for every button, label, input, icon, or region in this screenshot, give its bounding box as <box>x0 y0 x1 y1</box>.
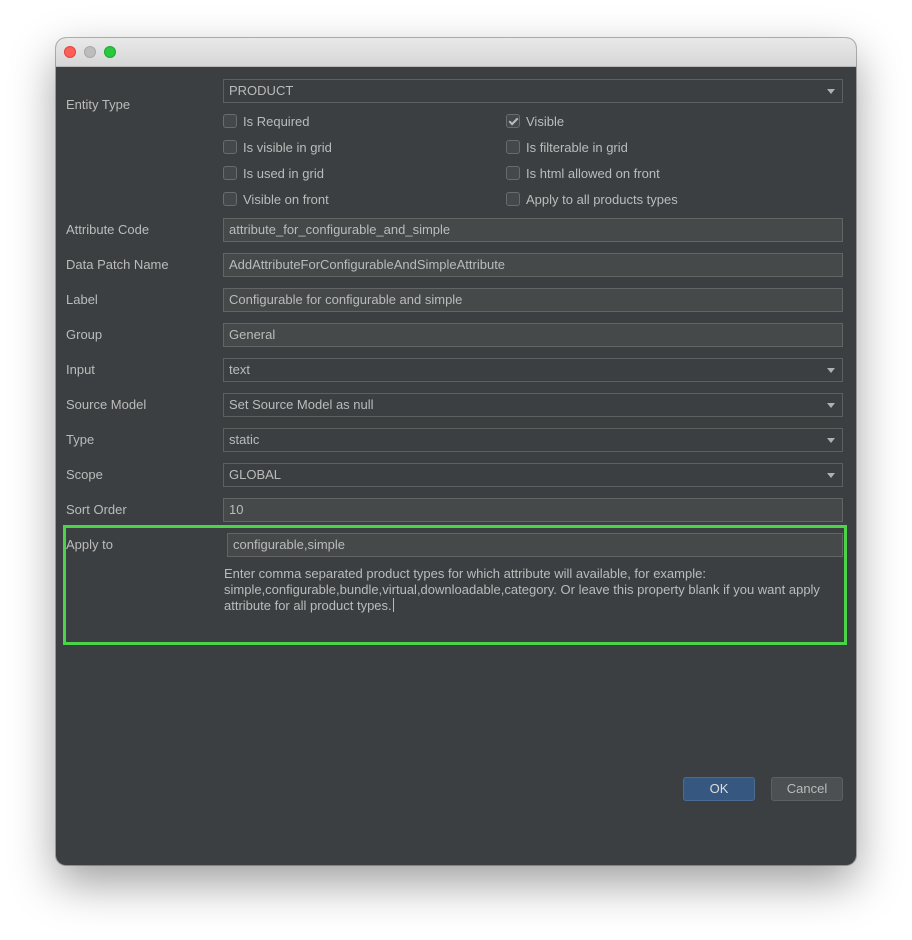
text-caret <box>392 598 394 612</box>
checkbox-box[interactable] <box>223 114 237 128</box>
is-visible-in-grid-label: Is visible in grid <box>243 139 332 155</box>
chevron-down-icon <box>827 473 835 478</box>
attribute-code-label: Attribute Code <box>66 222 150 237</box>
sort-order-input[interactable]: 10 <box>223 498 843 522</box>
checkbox-box[interactable] <box>223 192 237 206</box>
attribute-code-input[interactable]: attribute_for_configurable_and_simple <box>223 218 843 242</box>
input-label: Input <box>66 362 95 377</box>
is-filterable-in-grid-label: Is filterable in grid <box>526 139 628 155</box>
checkmark-icon[interactable] <box>506 114 520 128</box>
is-visible-in-grid-checkbox[interactable]: Is visible in grid <box>223 139 332 155</box>
checkbox-box[interactable] <box>223 140 237 154</box>
apply-to-input[interactable]: configurable,simple <box>227 533 843 557</box>
chevron-down-icon <box>827 438 835 443</box>
data-patch-name-input[interactable]: AddAttributeForConfigurableAndSimpleAttr… <box>223 253 843 277</box>
visible-on-front-label: Visible on front <box>243 191 329 207</box>
close-traffic-light-icon[interactable] <box>64 46 76 58</box>
data-patch-name-label: Data Patch Name <box>66 257 169 272</box>
apply-to-label: Apply to <box>66 537 113 552</box>
label-input[interactable]: Configurable for configurable and simple <box>223 288 843 312</box>
is-filterable-in-grid-checkbox[interactable]: Is filterable in grid <box>506 139 628 155</box>
source-model-select[interactable]: Set Source Model as null <box>223 393 843 417</box>
source-model-label: Source Model <box>66 397 147 412</box>
ok-button[interactable]: OK <box>683 777 755 801</box>
entity-type-label: Entity Type <box>66 97 131 112</box>
scope-select[interactable]: GLOBAL <box>223 463 843 487</box>
input-select[interactable]: text <box>223 358 843 382</box>
checkbox-box[interactable] <box>223 166 237 180</box>
is-required-checkbox[interactable]: Is Required <box>223 113 309 129</box>
entity-type-select[interactable]: PRODUCT <box>223 79 843 103</box>
apply-to-all-products-types-checkbox[interactable]: Apply to all products types <box>506 191 678 207</box>
entity-type-value: PRODUCT <box>229 83 294 98</box>
group-input[interactable]: General <box>223 323 843 347</box>
new-eav-attribute-dialog: Entity Type PRODUCT Is Required Visible … <box>56 38 856 865</box>
is-html-allowed-on-front-checkbox[interactable]: Is html allowed on front <box>506 165 660 181</box>
visible-label: Visible <box>526 113 565 129</box>
input-value: text <box>229 362 250 377</box>
scope-label: Scope <box>66 467 103 482</box>
apply-to-all-products-types-label: Apply to all products types <box>526 191 678 207</box>
visible-on-front-checkbox[interactable]: Visible on front <box>223 191 329 207</box>
is-html-allowed-on-front-label: Is html allowed on front <box>526 165 660 181</box>
chevron-down-icon <box>827 403 835 408</box>
sort-order-label: Sort Order <box>66 502 127 517</box>
chevron-down-icon <box>827 368 835 373</box>
group-label: Group <box>66 327 103 342</box>
type-select[interactable]: static <box>223 428 843 452</box>
cancel-button[interactable]: Cancel <box>771 777 843 801</box>
checkbox-box[interactable] <box>506 140 520 154</box>
type-label: Type <box>66 432 95 447</box>
type-value: static <box>229 432 260 447</box>
label-field-label: Label <box>66 292 98 307</box>
visible-checkbox[interactable]: Visible <box>506 113 564 129</box>
chevron-down-icon <box>827 89 835 94</box>
window-titlebar[interactable] <box>56 38 856 67</box>
checkbox-box[interactable] <box>506 166 520 180</box>
checkbox-box[interactable] <box>506 192 520 206</box>
is-required-label: Is Required <box>243 113 310 129</box>
source-model-value: Set Source Model as null <box>229 397 374 412</box>
apply-to-hint: Enter comma separated product types for … <box>224 566 844 614</box>
is-used-in-grid-label: Is used in grid <box>243 165 324 181</box>
is-used-in-grid-checkbox[interactable]: Is used in grid <box>223 165 324 181</box>
zoom-traffic-light-icon[interactable] <box>104 46 116 58</box>
scope-value: GLOBAL <box>229 467 282 482</box>
apply-to-hint-text: Enter comma separated product types for … <box>224 566 820 613</box>
minimize-traffic-light-icon[interactable] <box>84 46 96 58</box>
